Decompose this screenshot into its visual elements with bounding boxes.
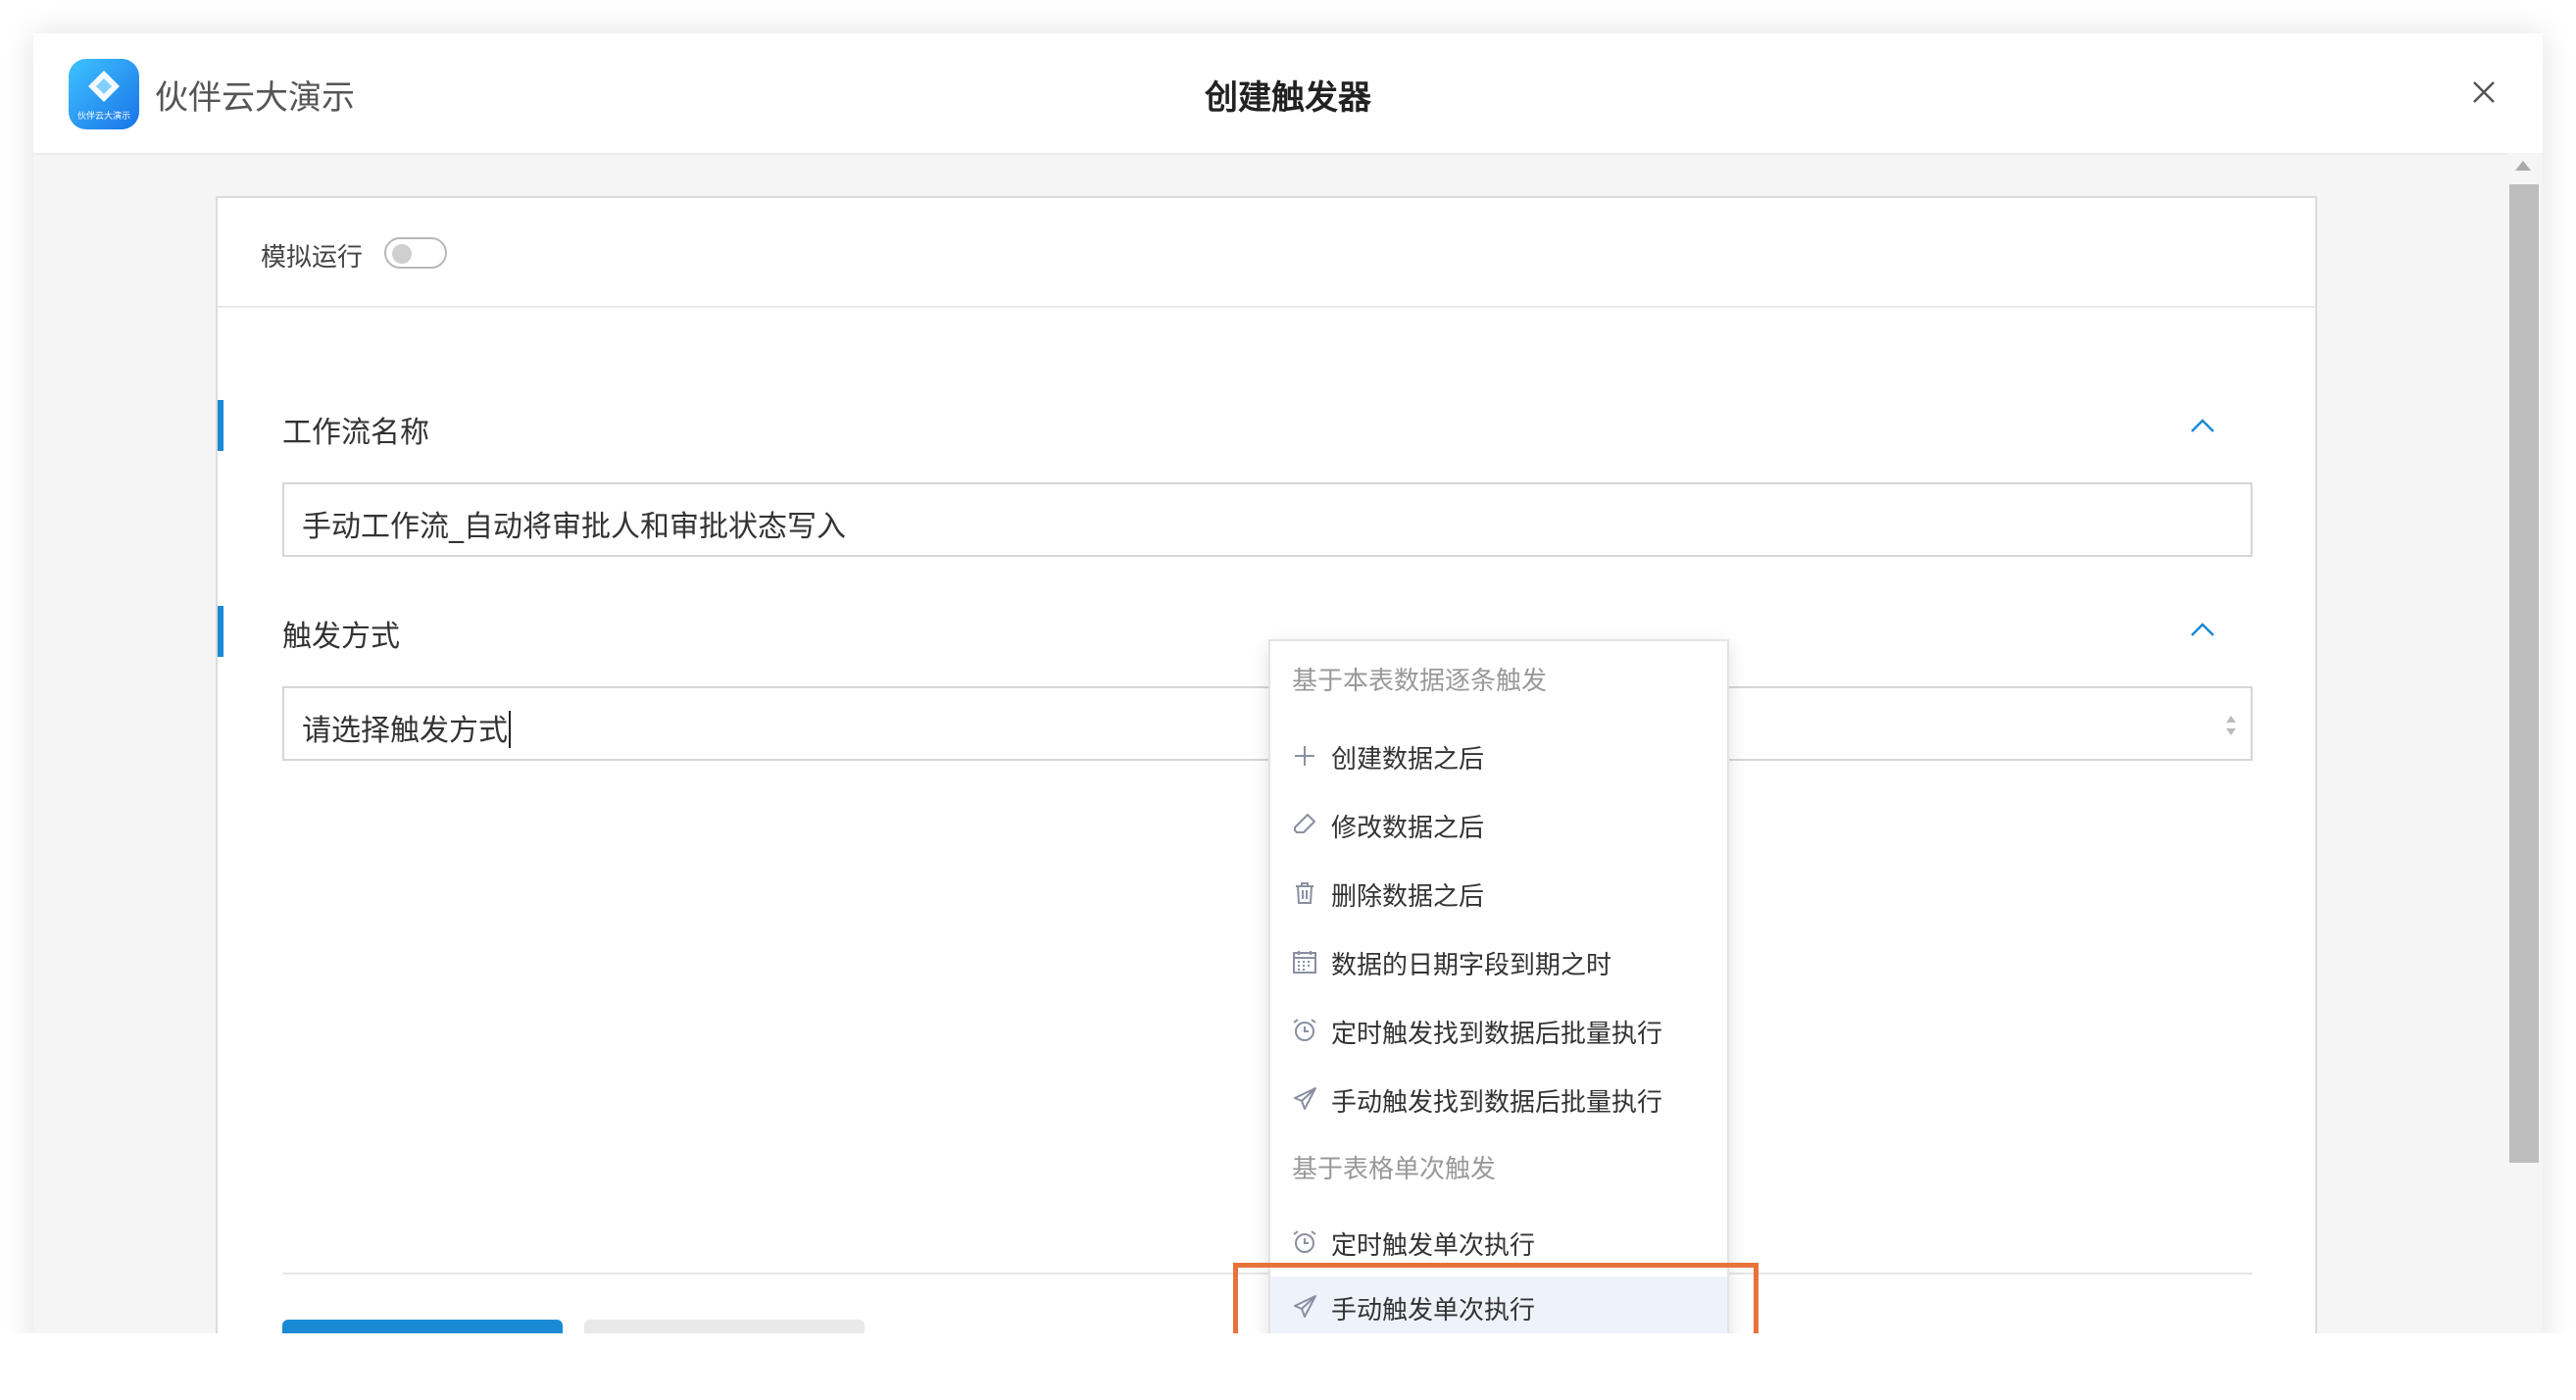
form-divider: [282, 1273, 2253, 1275]
option-label: 手动触发找到数据后批量执行: [1331, 1088, 1663, 1118]
chevron-up-icon[interactable]: [2188, 416, 2217, 435]
option-manual-batch[interactable]: 手动触发找到数据后批量执行: [1270, 1069, 1727, 1127]
scroll-up-arrow-icon[interactable]: [2515, 161, 2531, 171]
option-scheduled-batch[interactable]: 定时触发找到数据后批量执行: [1270, 1000, 1727, 1059]
option-after-delete[interactable]: 删除数据之后: [1270, 863, 1727, 922]
trigger-method-input[interactable]: 请选择触发方式: [302, 706, 511, 749]
simulation-toggle[interactable]: [384, 237, 447, 269]
option-label: 删除数据之后: [1331, 882, 1485, 912]
section-accent-bar: [218, 606, 223, 657]
paper-plane-icon: [1294, 1295, 1316, 1318]
option-date-field-due[interactable]: 数据的日期字段到期之时: [1270, 931, 1727, 990]
simulation-row: 模拟运行: [218, 198, 2315, 308]
option-label: 手动触发单次执行: [1331, 1296, 1536, 1325]
simulation-label: 模拟运行: [261, 243, 364, 273]
chevron-up-icon[interactable]: [2188, 620, 2217, 639]
paper-plane-icon: [1294, 1087, 1316, 1110]
trash-icon: [1296, 882, 1313, 904]
trigger-method-dropdown: 基于本表数据逐条触发 创建数据之后 修改数据之后 删除数据之后 数据的日期字段到…: [1268, 639, 1729, 1343]
dialog-window: 伙伴云大演示 伙伴云大演示 创建触发器 模拟运行 工作流名称 手动工作流_自动将…: [33, 33, 2543, 1367]
dropdown-group-label: 基于表格单次触发: [1292, 1155, 1497, 1184]
trigger-method-select[interactable]: 请选择触发方式: [282, 686, 2253, 761]
dialog-header: 伙伴云大演示 伙伴云大演示 创建触发器: [33, 33, 2543, 155]
option-label: 创建数据之后: [1331, 745, 1485, 775]
scrollbar-thumb[interactable]: [2509, 184, 2539, 1163]
text-caret: [509, 711, 511, 748]
eraser-icon: [1294, 814, 1315, 833]
workflow-name-value: 手动工作流_自动将审批人和审批状态写入: [302, 510, 846, 544]
section-accent-bar: [218, 400, 223, 451]
toggle-knob: [392, 244, 412, 264]
workflow-name-input[interactable]: 手动工作流_自动将审批人和审批状态写入: [282, 482, 2253, 557]
dialog-title: 创建触发器: [1205, 78, 1371, 118]
option-manual-single[interactable]: 手动触发单次执行: [1270, 1276, 1727, 1335]
plus-icon: [1295, 746, 1314, 766]
alarm-clock-icon: [1293, 1019, 1316, 1041]
close-icon[interactable]: [2466, 75, 2502, 110]
option-after-create[interactable]: 创建数据之后: [1270, 725, 1727, 784]
option-label: 数据的日期字段到期之时: [1331, 951, 1612, 980]
calendar-icon: [1293, 951, 1316, 974]
dropdown-group-label: 基于本表数据逐条触发: [1292, 667, 1548, 696]
page-bottom-margin: [0, 1333, 2576, 1400]
option-scheduled-single[interactable]: 定时触发单次执行: [1270, 1212, 1727, 1271]
option-label: 修改数据之后: [1331, 814, 1485, 843]
workflow-name-title: 工作流名称: [282, 416, 429, 450]
trigger-method-placeholder: 请选择触发方式: [302, 714, 508, 748]
select-arrows-icon: [2226, 716, 2236, 735]
trigger-form-card: 模拟运行 工作流名称 手动工作流_自动将审批人和审批状态写入 触发方式 请选择触…: [216, 196, 2317, 1367]
trigger-method-title: 触发方式: [282, 620, 400, 654]
option-label: 定时触发单次执行: [1331, 1231, 1536, 1261]
option-after-modify[interactable]: 修改数据之后: [1270, 794, 1727, 853]
option-label: 定时触发找到数据后批量执行: [1331, 1020, 1663, 1049]
alarm-clock-icon: [1293, 1230, 1316, 1253]
